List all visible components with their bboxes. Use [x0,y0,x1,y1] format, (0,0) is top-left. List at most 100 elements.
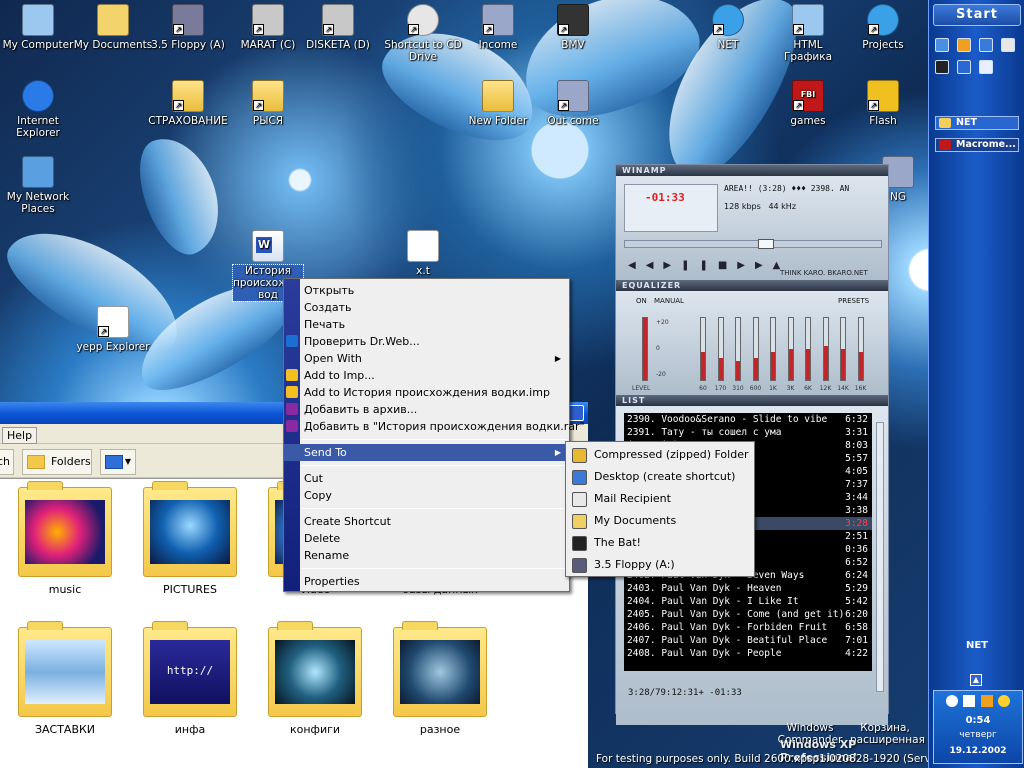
context-menu-item[interactable]: Добавить в "История происхождения водки.… [284,418,585,435]
send-to-item[interactable]: 3.5 Floppy (A:) [566,554,754,576]
playlist-titlebar[interactable]: LIST [616,395,888,406]
desktop-icon[interactable]: My Network Places [0,156,78,215]
desktop-icon[interactable]: My Computer [0,4,78,51]
desktop-icon[interactable]: ↗ yepp Explorer [73,306,153,353]
folder-item[interactable]: http:// инфа [135,621,245,736]
desktop-icon[interactable]: ↗ BMV [533,4,613,51]
desktop-icon[interactable]: ↗ Income [458,4,538,51]
playlist-row[interactable]: 2406. Paul Van Dyk - Forbiden Fruit 6:58 [624,621,872,634]
context-menu-item[interactable]: Create Shortcut [284,513,569,530]
quick-launch-icon[interactable] [1001,38,1015,52]
eq-band-slider[interactable] [770,317,776,381]
eq-band-slider[interactable] [840,317,846,381]
eq-manual-button[interactable]: MANUAL [654,297,684,305]
context-menu-item[interactable]: Send To ▶ [284,444,569,461]
taskbar-button[interactable]: NET [935,116,1019,130]
quick-launch-icon[interactable] [935,38,949,52]
folders-button[interactable]: Folders [22,449,92,475]
quick-launch-icon[interactable] [957,60,971,74]
tray-app-icon[interactable] [945,695,958,707]
playlist-row[interactable]: 2391. Тату - ты сошел с ума 3:31 [624,426,872,439]
context-menu-item[interactable]: Open With ▶ [284,350,569,367]
eq-preamp-slider[interactable] [642,317,648,381]
menu-help[interactable]: Help [2,427,38,444]
context-menu-item[interactable]: Проверить Dr.Web... [284,333,569,350]
eq-band-slider[interactable] [717,317,724,381]
folder-item[interactable]: ЗАСТАВКИ [10,621,120,736]
seek-handle[interactable] [758,239,774,249]
views-button[interactable]: ▼ [100,449,136,475]
transport-buttons[interactable]: ◀◀▶❚❚■▶▶▲ [628,260,790,271]
playlist-row[interactable]: 2404. Paul Van Dyk - I Like It 5:42 [624,595,872,608]
context-menu-item[interactable]: Copy [284,487,569,504]
toolbar-expand-icon[interactable]: ▲ [970,674,982,686]
desktop-icon[interactable]: ↗ Projects [843,4,923,51]
eq-band-slider[interactable] [700,317,706,381]
desktop-icon[interactable]: My Documents [73,4,153,51]
playlist-row[interactable]: 2405. Paul Van Dyk - Come (and get it) 6:… [624,608,872,621]
send-to-item[interactable]: Desktop (create shortcut) [566,466,754,488]
eq-band-slider[interactable] [787,317,794,381]
eq-presets-button[interactable]: PRESETS [838,297,869,305]
context-menu-item[interactable]: Properties [284,573,569,590]
eq-band-slider[interactable] [805,317,811,381]
quick-launch-icon[interactable] [979,60,993,74]
quick-launch-icon[interactable] [979,38,993,52]
context-menu-item[interactable]: Delete [284,530,569,547]
send-to-item[interactable]: Mail Recipient [566,488,754,510]
net-toolbar-label[interactable]: NET [929,640,1024,651]
eq-band-slider[interactable] [857,317,864,381]
eq-on-button[interactable]: ON [636,297,647,305]
desktop-icon[interactable]: ↗ Flash [843,80,923,127]
context-menu-item[interactable]: Открыть [284,282,569,299]
context-menu-item[interactable]: Add to Imp... [284,367,569,384]
context-menu-item[interactable]: Добавить в архив... [284,401,569,418]
desktop-icon[interactable]: New Folder [458,80,538,127]
folder-item[interactable]: разное [385,621,495,736]
desktop-icon[interactable]: ↗ DISKETA (D) [298,4,378,51]
desktop-icon[interactable]: ↗ Shortcut to CD Drive [383,4,463,63]
desktop-icon[interactable]: FBI ↗ games [768,80,848,127]
desktop-icon[interactable]: ↗ РЫСЯ [228,80,308,127]
equalizer-titlebar[interactable]: EQUALIZER [616,280,888,291]
desktop-icon[interactable]: x.t [383,230,463,277]
start-button[interactable]: Start [933,4,1021,26]
quick-launch-icon[interactable] [935,60,949,74]
context-menu-item[interactable]: Создать [284,299,569,316]
playlist-scrollbar[interactable] [876,422,884,692]
winamp-titlebar[interactable]: WINAMP [616,165,888,176]
folder-item[interactable]: music [10,481,120,596]
desktop-icon[interactable]: ↗ СТРАХОВАНИЕ [148,80,228,127]
tray-app-icon[interactable] [980,695,993,707]
playlist-row[interactable]: 2403. Paul Van Dyk - Heaven 5:29 [624,582,872,595]
send-to-item[interactable]: Compressed (zipped) Folder [566,444,754,466]
desktop-icon[interactable]: ↗ NET [688,4,768,51]
folder-item[interactable]: конфиги [260,621,370,736]
context-menu-item[interactable]: Add to История происхождения водки.imp [284,384,569,401]
search-button[interactable]: ch [0,449,14,475]
send-to-item[interactable]: My Documents [566,510,754,532]
desktop-icon[interactable]: ↗ MARAT (C) [228,4,308,51]
desktop-icon[interactable]: Internet Explorer [0,80,78,139]
tray-app-icon[interactable] [998,695,1011,707]
folder-item[interactable]: PICTURES [135,481,245,596]
seek-bar[interactable] [624,239,882,249]
tray-app-icon[interactable] [963,695,976,707]
playlist-row[interactable]: 2407. Paul Van Dyk - Beatiful Place 7:01 [624,634,872,647]
send-to-item[interactable]: The Bat! [566,532,754,554]
clock-time[interactable]: 0:54 [934,715,1022,726]
cd-icon: ↗ [407,4,439,36]
eq-band-slider[interactable] [752,317,759,381]
playlist-row[interactable]: 2390. Voodoo&Serano - Slide to vibe 6:32 [624,413,872,426]
playlist-row[interactable]: 2408. Paul Van Dyk - People 4:22 [624,647,872,660]
eq-band-slider[interactable] [822,317,829,381]
desktop-icon[interactable]: ↗ 3.5 Floppy (A) [148,4,228,51]
desktop-icon[interactable]: ↗ HTML Графика [768,4,848,63]
desktop-icon[interactable]: ↗ Out come [533,80,613,127]
taskbar-button[interactable]: Macrome... [935,138,1019,152]
context-menu-item[interactable]: Cut [284,470,569,487]
context-menu-item[interactable]: Печать [284,316,569,333]
eq-band-slider[interactable] [735,317,741,381]
quick-launch-icon[interactable] [957,38,971,52]
context-menu-item[interactable]: Rename [284,547,569,564]
